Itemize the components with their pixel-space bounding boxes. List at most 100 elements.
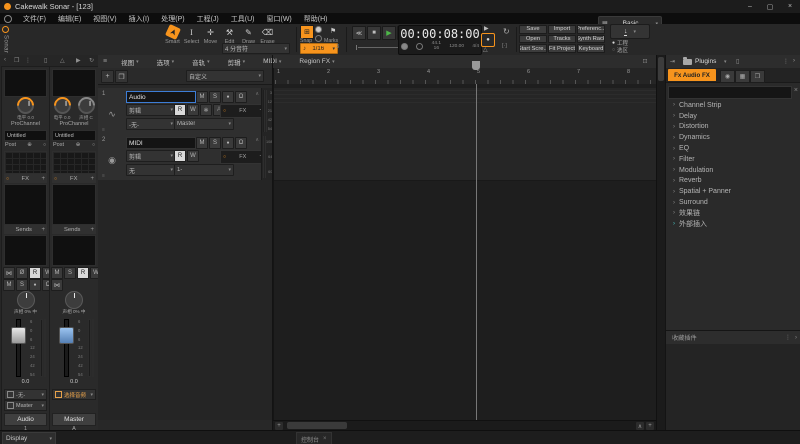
inspector-display-dropdown[interactable]: Display ▾ xyxy=(2,432,56,444)
tab-prochannel[interactable]: ❐ xyxy=(750,70,765,83)
add-send-icon[interactable]: + xyxy=(90,227,94,233)
prochannel-label[interactable]: ProChannel xyxy=(50,121,98,127)
browser-title[interactable]: Plugins xyxy=(695,58,716,65)
duplicate-icon[interactable]: ❐ xyxy=(115,70,128,83)
read-automation-button[interactable]: R xyxy=(174,150,186,162)
quick-button[interactable]: Preferenc... xyxy=(577,25,605,34)
add-send-icon[interactable]: + xyxy=(41,227,45,233)
tempo-display[interactable]: 120.00 xyxy=(449,44,464,49)
quick-button[interactable]: Save xyxy=(519,25,547,34)
trackview-menu-tab[interactable]: Region FX ▾ xyxy=(290,58,343,65)
more-options-icon[interactable]: ⋮ xyxy=(25,57,31,64)
quick-button[interactable]: Import xyxy=(548,25,576,34)
click-toggle-icon[interactable] xyxy=(416,43,424,50)
zoom-fit-button[interactable]: ∧ xyxy=(636,422,644,430)
time-ruler[interactable]: 1 2 3 4 5 6 7 8 xyxy=(273,68,657,85)
level-knob[interactable]: 电平 0.0 xyxy=(49,93,75,121)
now-time-value[interactable]: 00:00:08:00 xyxy=(399,27,481,41)
marks-button[interactable]: ⚑ xyxy=(327,25,339,37)
fx-bin[interactable] xyxy=(52,184,96,225)
plugin-category[interactable]: › Spatial + Panner xyxy=(666,186,800,197)
move-tool-button[interactable]: ✛ Move xyxy=(201,26,220,46)
output-dropdown[interactable]: Master ▾ xyxy=(4,400,47,411)
plugin-category[interactable]: › Filter xyxy=(666,154,800,165)
widget-preset-dropdown[interactable]: 自定义 ▾ xyxy=(186,70,264,82)
tab-audio-fx[interactable]: Fx Audio FX xyxy=(668,69,716,81)
hscroll-thumb[interactable] xyxy=(287,422,347,429)
track-pane-empty[interactable] xyxy=(98,180,274,420)
menu-item[interactable]: 帮助(H) xyxy=(298,14,334,24)
menu-item[interactable]: 文件(F) xyxy=(17,14,52,24)
inspector-collapse-icon[interactable]: ‹ xyxy=(4,57,6,63)
metronome-icon[interactable]: △ xyxy=(483,46,488,53)
clip-properties-icon[interactable]: ❐ xyxy=(14,57,19,64)
mute-button[interactable]: M xyxy=(51,267,63,279)
solo-button[interactable]: S xyxy=(16,279,28,291)
collapse-track-icon[interactable]: ∧ xyxy=(255,91,259,97)
track-header-midi[interactable]: 2 ◉ M S ● Ω ∧ 剪辑 ▾ R W ○ FX + xyxy=(98,134,273,181)
quick-button[interactable]: Tracks xyxy=(548,34,576,44)
freeze-icon[interactable]: ✱ xyxy=(200,104,212,116)
read-automation-button[interactable]: R xyxy=(29,267,41,279)
menu-item[interactable]: 工具(U) xyxy=(225,14,261,24)
plugin-category[interactable]: › Distortion xyxy=(666,122,800,133)
metronome-module-icon[interactable]: △ xyxy=(60,57,65,64)
eq-plot[interactable] xyxy=(52,151,96,174)
menu-item[interactable]: 编辑(E) xyxy=(52,14,87,24)
menu-item[interactable]: 插入(I) xyxy=(123,14,156,24)
lanes-icon[interactable]: ≡ xyxy=(102,127,105,133)
post-fader-row[interactable]: Post ⊕ ○ xyxy=(53,141,95,149)
fx-power-icon[interactable]: ○ xyxy=(6,176,9,182)
tab-midi-fx[interactable]: ◉ xyxy=(720,70,735,83)
chevron-down-icon[interactable]: ▾ xyxy=(724,59,727,65)
plugin-category[interactable]: › Delay xyxy=(666,111,800,122)
interleave-button[interactable]: ⋈ xyxy=(3,267,15,279)
sends-bin[interactable] xyxy=(52,235,96,266)
arm-button[interactable]: ● xyxy=(222,91,234,103)
quick-button[interactable]: Open xyxy=(519,34,547,44)
volume-fader[interactable]: 6 0 6 12 24 42 54 xyxy=(52,319,95,377)
snap-mode-toggles[interactable] xyxy=(315,26,322,42)
refresh-module-icon[interactable]: ↻ xyxy=(89,57,94,64)
clip-lane-midi[interactable] xyxy=(274,134,657,181)
phase-button[interactable]: Ø xyxy=(16,267,28,279)
trackview-menu-tab[interactable]: 视图 ▾ xyxy=(112,57,148,67)
quick-button[interactable]: Keyboard xyxy=(577,44,605,53)
new-document-icon[interactable]: ▯ xyxy=(736,58,739,65)
clip-lane-audio[interactable] xyxy=(274,88,657,135)
sends-bin[interactable] xyxy=(4,235,47,266)
plugin-category[interactable]: › Dynamics xyxy=(666,132,800,143)
record-mode-button[interactable]: ● xyxy=(481,33,495,47)
arm-button[interactable]: ● xyxy=(222,137,234,149)
menu-item[interactable]: 处理(P) xyxy=(155,14,190,24)
lanes-icon[interactable]: ≡ xyxy=(102,173,105,179)
input-echo-button[interactable]: Ω xyxy=(235,91,247,103)
clips-pane[interactable] xyxy=(273,84,657,444)
clip-name-box[interactable]: Untitled xyxy=(4,130,47,141)
solo-button[interactable]: S xyxy=(64,267,76,279)
zoom-in-button[interactable]: + xyxy=(275,422,283,430)
tab-instruments[interactable]: ▦ xyxy=(735,70,750,83)
plugin-category[interactable]: › 效果链 xyxy=(666,208,800,219)
prochannel-display[interactable] xyxy=(52,69,96,97)
triplet-button[interactable]: 3 xyxy=(336,44,339,50)
read-automation-button[interactable]: R xyxy=(77,267,89,279)
draw-duration-dropdown[interactable]: 4 分音符 ▾ xyxy=(222,43,290,54)
solo-button[interactable]: S xyxy=(209,137,221,149)
fader-cap[interactable] xyxy=(11,327,26,344)
pan-knob[interactable] xyxy=(50,291,98,309)
export-selection-radio[interactable]: ○ 选区 xyxy=(612,46,628,54)
track-input-dropdown[interactable]: 无 ▾ xyxy=(126,164,176,176)
plugin-category[interactable]: › EQ xyxy=(666,143,800,154)
sample-rate-display[interactable]: 44.1 16 xyxy=(432,41,441,51)
browser-collapse-icon[interactable]: › xyxy=(793,58,795,64)
pan-knob[interactable] xyxy=(2,291,49,309)
bottom-more-icon[interactable]: ⋮ xyxy=(785,334,791,341)
fx-power-icon[interactable]: ○ xyxy=(54,176,57,182)
track-output-dropdown[interactable]: 1- ▾ xyxy=(174,164,234,176)
close-tab-icon[interactable]: × xyxy=(323,436,327,442)
expand-view-icon[interactable]: ⊡ xyxy=(638,58,651,65)
fx-bin[interactable] xyxy=(4,184,47,225)
input-dropdown[interactable]: -无- ▾ xyxy=(4,389,47,400)
track-name-input[interactable] xyxy=(126,91,196,103)
